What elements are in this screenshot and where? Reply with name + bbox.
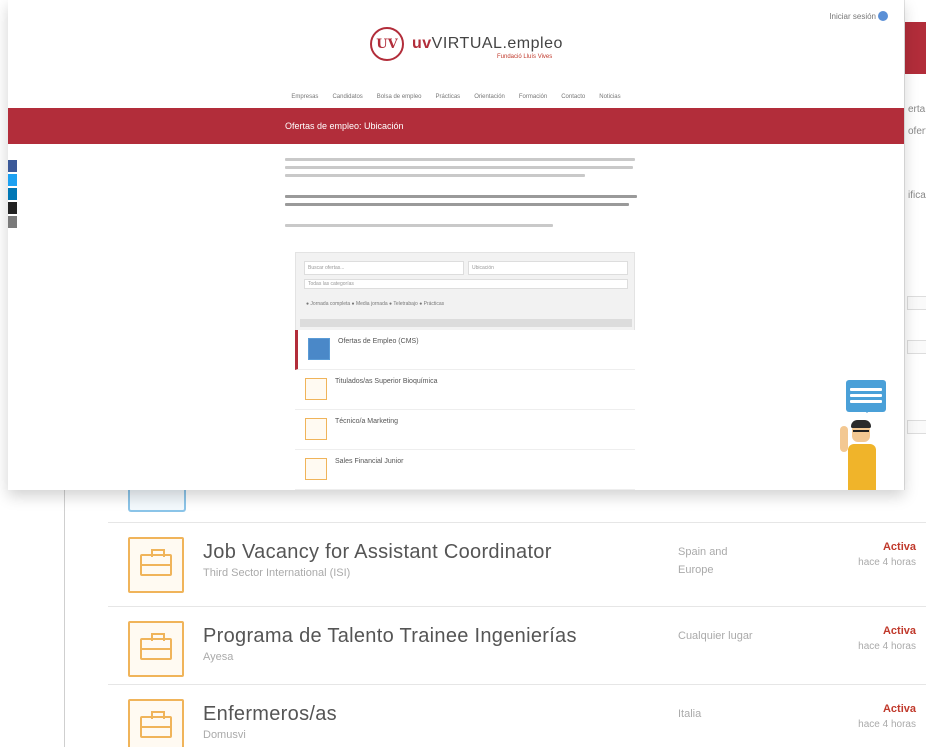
keyword-input[interactable]: Buscar ofertas... xyxy=(304,261,464,275)
facebook-icon[interactable] xyxy=(8,160,17,172)
category-select[interactable]: Todas las categorías xyxy=(304,279,628,289)
briefcase-icon xyxy=(128,621,184,677)
job-time: hace 4 horas xyxy=(858,557,916,568)
input-field[interactable] xyxy=(907,420,926,434)
user-icon[interactable] xyxy=(878,11,888,21)
input-field[interactable] xyxy=(907,296,926,310)
job-type-filters[interactable]: ● Jornada completa ● Media jornada ● Tel… xyxy=(306,301,444,307)
mascot-glasses xyxy=(853,430,869,434)
preview-job-title[interactable]: Titulados/as Superior Bioquímica xyxy=(335,378,437,385)
nav-item[interactable]: Orientación xyxy=(474,94,505,106)
job-company: Third Sector International (ISI) xyxy=(203,567,351,579)
share-icon[interactable] xyxy=(8,202,17,214)
logo-subtitle: Fundació Lluís Vives xyxy=(497,54,553,60)
job-title[interactable]: Enfermeros/as xyxy=(203,703,337,726)
job-location: Italia xyxy=(678,708,702,720)
logo-mark: UV xyxy=(370,27,404,61)
job-company: Ayesa xyxy=(203,651,234,663)
job-time: hace 4 horas xyxy=(858,719,916,730)
input-field[interactable] xyxy=(907,340,926,354)
job-location: Cualquier lugar xyxy=(678,630,753,642)
nav-item[interactable]: Formación xyxy=(519,94,547,106)
page-title: Ofertas de empleo: Ubicación xyxy=(285,121,404,131)
status-badge: Activa xyxy=(882,625,916,637)
login-link[interactable]: Iniciar sesión xyxy=(829,12,876,21)
job-icon xyxy=(308,338,330,360)
sliver-text: ofert xyxy=(908,126,926,137)
social-share-bar xyxy=(8,160,17,230)
briefcase-icon xyxy=(128,537,184,593)
preview-job-title[interactable]: Sales Financial Junior xyxy=(335,458,403,465)
email-icon[interactable] xyxy=(8,216,17,228)
linkedin-icon[interactable] xyxy=(8,188,17,200)
logo-word: uvVIRTUAL.empleo xyxy=(412,35,563,52)
job-row[interactable]: Programa de Talento Trainee Ingenierías … xyxy=(108,606,926,690)
header-bar xyxy=(905,22,926,74)
preview-job-row[interactable]: Ofertas de Empleo (CMS) xyxy=(295,330,635,370)
sliver-text: erta xyxy=(908,104,926,115)
status-badge: Activa xyxy=(882,541,916,553)
location-input[interactable]: Ubicación xyxy=(468,261,628,275)
adjacent-window: erta ofert ifica xyxy=(904,0,926,490)
intro-text xyxy=(285,158,637,232)
nav-item[interactable]: Bolsa de empleo xyxy=(377,94,422,106)
mascot-body xyxy=(848,444,876,490)
job-title[interactable]: Job Vacancy for Assistant Coordinator xyxy=(203,541,552,564)
sliver-text: ifica xyxy=(908,190,926,201)
job-row[interactable]: Job Vacancy for Assistant Coordinator Th… xyxy=(108,522,926,606)
nav-item[interactable]: Empresas xyxy=(291,94,318,106)
mascot-hair xyxy=(851,420,871,428)
mascot-illustration[interactable] xyxy=(832,380,892,492)
status-badge: Activa xyxy=(882,703,916,715)
mascot-arm xyxy=(840,426,848,452)
page-banner: Ofertas de empleo: Ubicación xyxy=(8,108,904,144)
preview-job-title[interactable]: Ofertas de Empleo (CMS) xyxy=(338,338,419,345)
job-list: Job Vacancy for Assistant Coordinator Th… xyxy=(108,470,926,747)
preview-job-row[interactable]: Técnico/a Marketing xyxy=(295,410,635,450)
job-row[interactable]: Enfermeros/as Domusvi Italia Activa hace… xyxy=(108,684,926,747)
nav-item[interactable]: Prácticas xyxy=(436,94,461,106)
preview-job-row[interactable]: Sales Financial Junior xyxy=(295,450,635,490)
job-company: Domusvi xyxy=(203,729,246,741)
twitter-icon[interactable] xyxy=(8,174,17,186)
preview-job-row[interactable]: Titulados/as Superior Bioquímica xyxy=(295,370,635,410)
job-title[interactable]: Programa de Talento Trainee Ingenierías xyxy=(203,625,577,648)
website-screenshot: Iniciar sesión UV uvVIRTUAL.empleo Funda… xyxy=(8,0,904,490)
frame-edge xyxy=(64,484,65,747)
briefcase-icon xyxy=(305,458,327,480)
nav-item[interactable]: Candidatos xyxy=(332,94,362,106)
briefcase-icon xyxy=(305,418,327,440)
nav-item[interactable]: Contacto xyxy=(561,94,585,106)
preview-job-title[interactable]: Técnico/a Marketing xyxy=(335,418,398,425)
results-header xyxy=(300,319,632,327)
job-location: Spain and Europe xyxy=(678,546,728,576)
nav-item[interactable]: Noticias xyxy=(599,94,620,106)
speech-bubble-icon xyxy=(846,380,886,413)
briefcase-icon xyxy=(305,378,327,400)
briefcase-icon xyxy=(128,699,184,747)
main-nav: Empresas Candidatos Bolsa de empleo Prác… xyxy=(8,94,904,106)
job-time: hace 4 horas xyxy=(858,641,916,652)
